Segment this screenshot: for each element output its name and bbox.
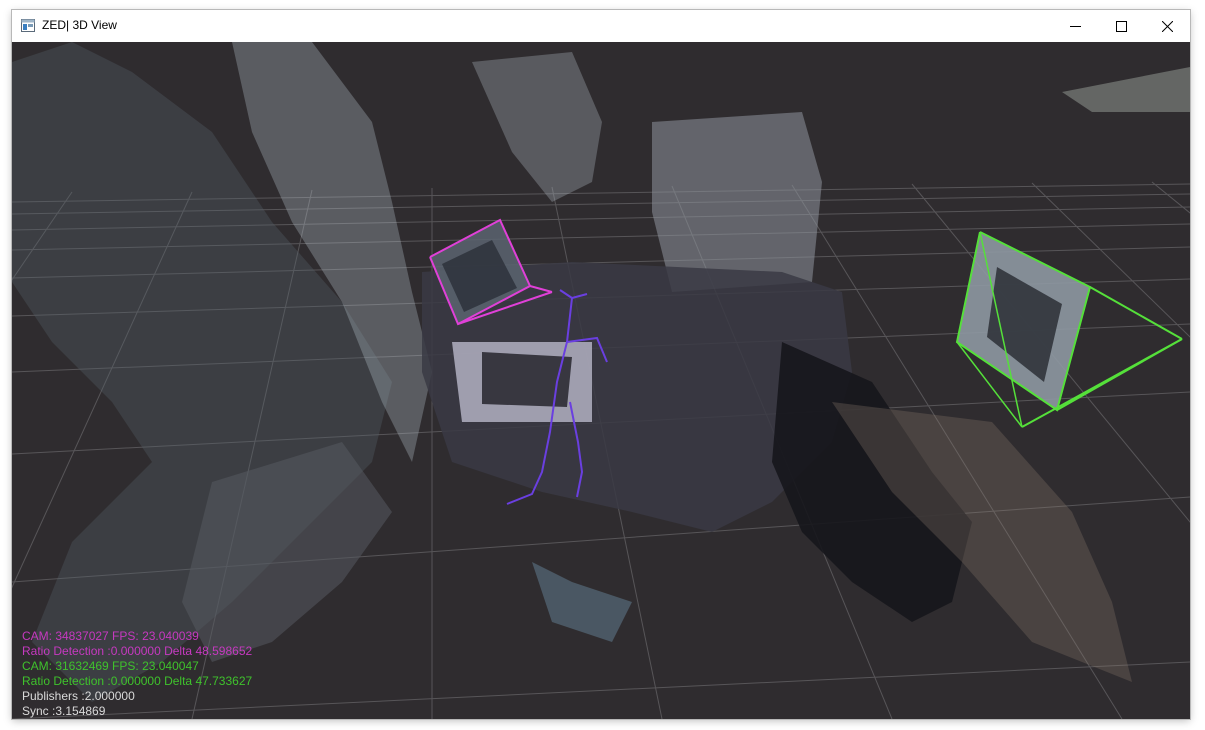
stats-overlay: CAM: 34837027 FPS: 23.040039 Ratio Detec… bbox=[22, 629, 252, 719]
app-window: ZED| 3D View CAM: 34837027 FPS: 23.04003… bbox=[12, 10, 1190, 719]
zed-app-icon bbox=[21, 19, 35, 32]
title-bar[interactable]: ZED| 3D View bbox=[12, 10, 1190, 42]
publishers-text: Publishers :2.000000 bbox=[22, 689, 135, 703]
maximize-icon bbox=[1115, 20, 1127, 32]
sync-text: Sync :3.154869 bbox=[22, 704, 106, 718]
minimize-icon bbox=[1069, 25, 1081, 27]
camera-1-ratio-text: Ratio Detection :0.000000 Delta 48.59865… bbox=[22, 644, 253, 658]
camera-2-ratio-text: Ratio Detection :0.000000 Delta 47.73362… bbox=[22, 674, 253, 688]
window-title: ZED| 3D View bbox=[42, 18, 117, 32]
camera-2-frustum bbox=[955, 231, 1183, 428]
minimize-button[interactable] bbox=[1052, 10, 1098, 42]
camera-1-fps-text: CAM: 34837027 FPS: 23.040039 bbox=[22, 629, 199, 643]
close-icon bbox=[1161, 20, 1173, 32]
3d-viewport[interactable]: CAM: 34837027 FPS: 23.040039 Ratio Detec… bbox=[12, 42, 1190, 719]
close-button[interactable] bbox=[1144, 10, 1190, 42]
maximize-button[interactable] bbox=[1098, 10, 1144, 42]
camera-2-fps-text: CAM: 31632469 FPS: 23.040047 bbox=[22, 659, 199, 673]
point-cloud-scene bbox=[12, 42, 1190, 719]
